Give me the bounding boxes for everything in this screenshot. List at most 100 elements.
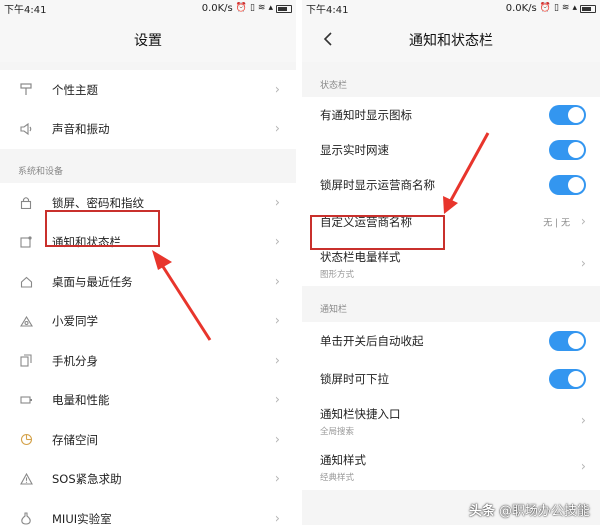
setting-custom-carrier[interactable]: 自定义运营商名称 无 | 无 ›	[302, 202, 600, 242]
settings-item-assistant[interactable]: 小爱同学 ›	[0, 302, 296, 342]
chevron-right-icon: ›	[580, 256, 586, 272]
toggle-knob	[568, 371, 584, 387]
toggle-switch-on[interactable]	[549, 139, 586, 160]
speaker-icon	[18, 121, 34, 137]
sos-icon	[18, 471, 34, 487]
chevron-right-icon: ›	[274, 121, 280, 137]
settings-item-battery[interactable]: 电量和性能 ›	[0, 381, 296, 421]
settings-item-desktop[interactable]: 桌面与最近任务 ›	[0, 262, 296, 302]
settings-item-sound[interactable]: 声音和振动 ›	[0, 110, 296, 150]
toggle-knob	[568, 106, 584, 123]
paint-roller-icon	[18, 82, 34, 98]
statusbar-settings-group: 有通知时显示图标 显示实时网速 锁屏时显示运营商名称 自定义运营商名称 无 | …	[302, 97, 600, 286]
settings-group-personal: 个性主题 › 声音和振动 ›	[0, 70, 296, 149]
status-indicators: 0.0K/s ⏰ ▯ ≋ ▴	[506, 3, 596, 14]
settings-item-label: 通知和状态栏	[52, 235, 121, 250]
chevron-right-icon: ›	[274, 195, 280, 211]
page-title-bar: 通知和状态栏	[302, 17, 600, 62]
toggle-knob	[568, 141, 584, 158]
setting-sublabel: 经典样式	[320, 472, 355, 483]
alarm-icon: ⏰	[539, 3, 551, 13]
network-speed: 0.0K/s	[201, 3, 233, 14]
setting-label: 单击开关后自动收起	[320, 334, 424, 348]
settings-item-notifications[interactable]: 通知和状态栏 ›	[0, 223, 296, 263]
flask-icon	[18, 511, 34, 525]
settings-item-label: 电量和性能	[52, 393, 110, 408]
toggle-switch-on[interactable]	[549, 369, 586, 389]
toggle-knob	[568, 333, 584, 349]
battery-outline-icon	[18, 392, 34, 408]
setting-label: 自定义运营商名称	[320, 215, 412, 229]
page-title: 设置	[134, 32, 162, 49]
storage-pie-icon	[18, 432, 34, 448]
signal-icon: ▴	[572, 3, 577, 13]
section-header-system: 系统和设备	[0, 149, 296, 183]
section-header-notificationbar: 通知栏	[302, 286, 600, 322]
settings-item-label: MIUI实验室	[52, 511, 112, 525]
chevron-right-icon: ›	[274, 432, 280, 448]
settings-item-lab[interactable]: MIUI实验室 ›	[0, 499, 296, 525]
setting-carrier-on-lockscreen[interactable]: 锁屏时显示运营商名称	[302, 167, 600, 202]
chevron-right-icon: ›	[274, 274, 280, 290]
alarm-icon: ⏰	[235, 3, 247, 13]
status-time: 下午4:41	[306, 5, 349, 16]
chevron-right-icon: ›	[274, 392, 280, 408]
settings-item-label: 声音和振动	[52, 122, 110, 137]
chevron-right-icon: ›	[580, 459, 586, 475]
vibrate-icon: ▯	[249, 3, 255, 13]
setting-label: 状态栏电量样式	[320, 249, 401, 264]
toggle-knob	[568, 176, 584, 193]
vibrate-icon: ▯	[553, 3, 559, 13]
chevron-right-icon: ›	[274, 234, 280, 250]
status-time: 下午4:41	[4, 5, 47, 16]
setting-auto-collapse[interactable]: 单击开关后自动收起	[302, 322, 600, 360]
lock-icon	[18, 195, 34, 211]
setting-show-icons[interactable]: 有通知时显示图标	[302, 97, 600, 132]
chevron-right-icon: ›	[580, 214, 586, 230]
chevron-right-icon: ›	[274, 313, 280, 329]
toggle-switch-on[interactable]	[549, 174, 586, 195]
battery-icon	[276, 4, 292, 13]
toggle-switch-on[interactable]	[549, 104, 586, 125]
battery-icon	[580, 4, 596, 13]
notification-icon	[18, 234, 34, 250]
setting-label: 通知栏快捷入口	[320, 406, 401, 421]
chevron-left-icon	[323, 32, 332, 46]
signal-icon: ▴	[268, 3, 273, 13]
settings-item-label: 手机分身	[52, 353, 98, 368]
settings-item-label: 小爱同学	[52, 314, 98, 329]
section-header-statusbar: 状态栏	[302, 62, 600, 97]
setting-battery-style[interactable]: 状态栏电量样式 图形方式 ›	[302, 242, 600, 286]
settings-item-storage[interactable]: 存储空间 ›	[0, 420, 296, 460]
setting-label: 锁屏时显示运营商名称	[320, 177, 435, 192]
setting-network-speed[interactable]: 显示实时网速	[302, 132, 600, 167]
status-bar: 下午4:41 0.0K/s ⏰ ▯ ≋ ▴	[302, 0, 600, 17]
setting-pull-down-lockscreen[interactable]: 锁屏时可下拉	[302, 360, 600, 398]
setting-notification-style[interactable]: 通知样式 经典样式 ›	[302, 444, 600, 490]
home-icon	[18, 274, 34, 290]
settings-item-lockscreen[interactable]: 锁屏、密码和指纹 ›	[0, 183, 296, 223]
settings-item-label: 个性主题	[52, 82, 98, 97]
wifi-icon: ≋	[257, 3, 266, 13]
setting-sublabel: 图形方式	[320, 269, 355, 280]
setting-label: 显示实时网速	[320, 142, 389, 157]
watermark-text: @职场办公技能	[498, 504, 590, 519]
settings-item-label: 锁屏、密码和指纹	[52, 195, 144, 210]
setting-value: 无 | 无	[543, 218, 570, 229]
toggle-switch-on[interactable]	[549, 331, 586, 351]
notification-settings-screen: 下午4:41 0.0K/s ⏰ ▯ ≋ ▴ 通知和状态栏 状态栏 有通知时显示图…	[302, 0, 600, 525]
settings-item-theme[interactable]: 个性主题 ›	[0, 70, 296, 110]
settings-item-label: 桌面与最近任务	[52, 274, 133, 289]
settings-item-label: SOS紧急求助	[52, 472, 122, 487]
status-indicators: 0.0K/s ⏰ ▯ ≋ ▴	[202, 3, 292, 14]
setting-sublabel: 全局搜索	[320, 426, 355, 437]
wifi-icon: ≋	[561, 3, 570, 13]
status-bar: 下午4:41 0.0K/s ⏰ ▯ ≋ ▴	[0, 0, 296, 17]
setting-shortcut-entry[interactable]: 通知栏快捷入口 全局搜索 ›	[302, 398, 600, 444]
setting-label: 通知样式	[320, 452, 366, 467]
back-button[interactable]	[316, 27, 340, 51]
settings-item-sos[interactable]: SOS紧急求助 ›	[0, 460, 296, 500]
settings-item-second-space[interactable]: 手机分身 ›	[0, 341, 296, 381]
chevron-right-icon: ›	[274, 353, 280, 369]
settings-item-label: 存储空间	[52, 432, 98, 447]
